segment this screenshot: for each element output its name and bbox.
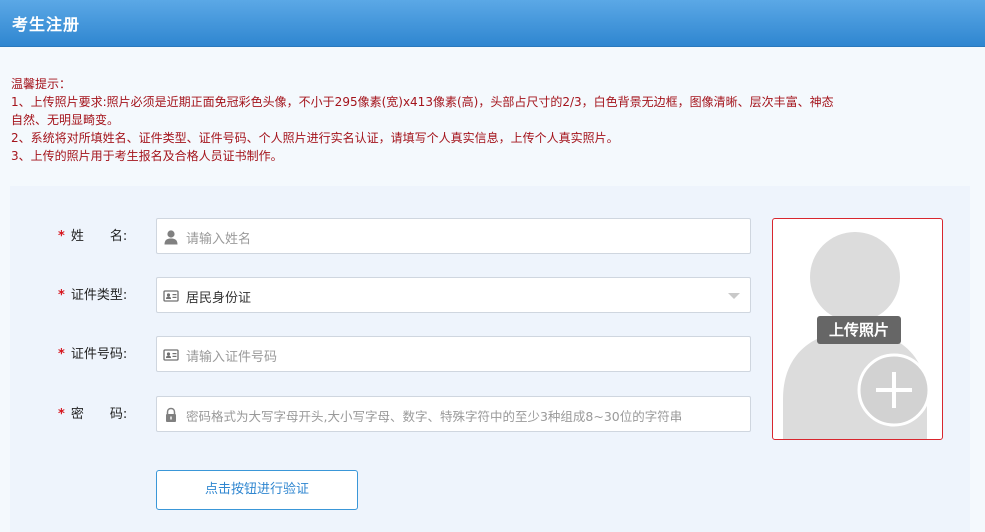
password-input[interactable]: 密码格式为大写字母开头,大小写字母、数字、特殊字符中的至少3种组成8~30位的字…	[156, 396, 751, 432]
upload-photo-label[interactable]: 上传照片	[817, 316, 901, 344]
chevron-down-icon[interactable]	[728, 293, 740, 299]
password-placeholder: 密码格式为大写字母开头,大小写字母、数字、特殊字符中的至少3种组成8~30位的字…	[186, 409, 683, 424]
page-title: 考生注册	[12, 15, 81, 34]
id-type-label: * 证件类型:	[58, 286, 138, 306]
required-mark: *	[58, 229, 65, 244]
photo-upload[interactable]: 上传照片	[772, 218, 943, 440]
id-number-input[interactable]: 请输入证件号码	[156, 336, 751, 372]
id-type-value: 居民身份证	[186, 291, 252, 306]
name-placeholder: 请输入姓名	[186, 232, 252, 247]
name-label: * 姓 名:	[58, 227, 138, 247]
id-type-label-text: 证件类型:	[70, 288, 128, 303]
notice-line: 2、系统将对所填姓名、证件类型、证件号码、个人照片进行实名认证，请填写个人真实信…	[11, 131, 619, 145]
plus-icon[interactable]	[857, 353, 931, 427]
id-card-icon	[163, 288, 179, 304]
id-type-select[interactable]: 居民身份证	[156, 277, 751, 313]
required-mark: *	[58, 288, 65, 303]
notice-line: 1、上传照片要求:照片必须是近期正面免冠彩色头像，不小于295像素(宽)x413…	[11, 95, 834, 109]
id-card-icon	[163, 347, 179, 363]
required-mark: *	[58, 407, 65, 422]
required-mark: *	[58, 347, 65, 362]
name-input[interactable]: 请输入姓名	[156, 218, 751, 254]
header-bar: 考生注册	[0, 0, 985, 47]
name-label-text: 姓 名:	[70, 229, 128, 244]
lock-icon	[163, 407, 179, 423]
notice-line: 自然、无明显畸变。	[11, 113, 120, 127]
password-label: * 密 码:	[58, 405, 138, 425]
notice-title: 温馨提示：	[11, 77, 72, 91]
notice-box: 温馨提示： 1、上传照片要求:照片必须是近期正面免冠彩色头像，不小于295像素(…	[11, 75, 976, 165]
id-number-label: * 证件号码:	[58, 345, 138, 365]
user-icon	[163, 229, 179, 245]
verify-button[interactable]: 点击按钮进行验证	[156, 470, 358, 510]
id-number-label-text: 证件号码:	[70, 347, 128, 362]
password-label-text: 密 码:	[70, 407, 128, 422]
id-number-placeholder: 请输入证件号码	[186, 350, 278, 365]
notice-line: 3、上传的照片用于考生报名及合格人员证书制作。	[11, 149, 283, 163]
